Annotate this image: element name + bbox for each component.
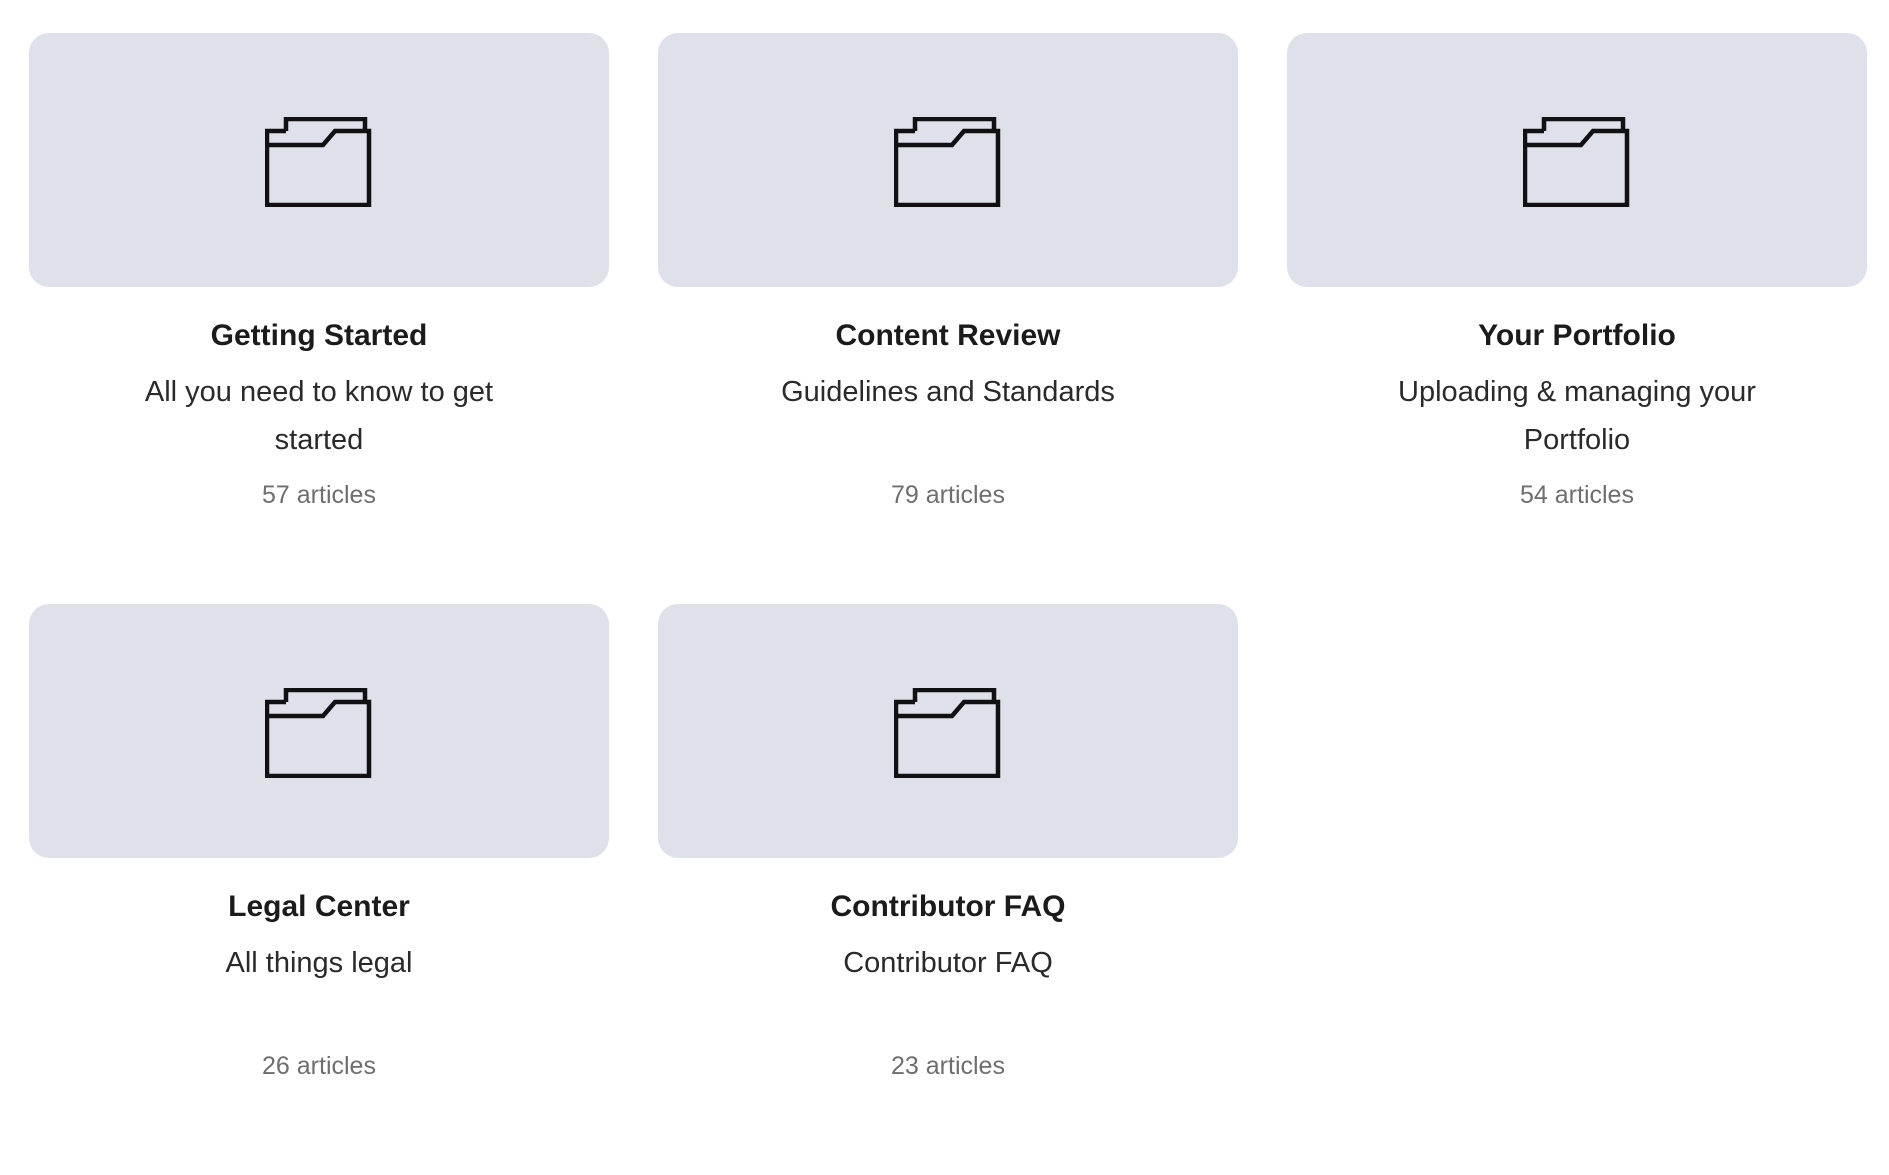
category-card-image[interactable] — [29, 604, 609, 858]
folder-icon — [265, 117, 372, 207]
category-title[interactable]: Contributor FAQ — [831, 888, 1066, 926]
category-card-image[interactable] — [658, 604, 1238, 858]
category-description: Guidelines and Standards — [781, 376, 1115, 408]
category-title[interactable]: Content Review — [835, 317, 1060, 355]
category-card-your-portfolio[interactable]: Your Portfolio Uploading & managing your… — [1287, 33, 1867, 604]
folder-icon — [265, 688, 372, 778]
article-count: 26 articles — [262, 1052, 376, 1080]
category-description: All things legal — [225, 947, 413, 979]
category-card-image[interactable] — [1287, 33, 1867, 287]
category-card-content-review[interactable]: Content Review Guidelines and Standards … — [658, 33, 1238, 604]
category-card-image[interactable] — [658, 33, 1238, 287]
article-count: 57 articles — [262, 481, 376, 509]
category-title[interactable]: Legal Center — [228, 888, 410, 926]
category-description: Contributor FAQ — [843, 947, 1053, 979]
category-description: All you need to know to get started — [144, 376, 494, 456]
article-count: 79 articles — [891, 481, 1005, 509]
category-title[interactable]: Your Portfolio — [1478, 317, 1676, 355]
category-card-getting-started[interactable]: Getting Started All you need to know to … — [29, 33, 609, 604]
folder-icon — [1523, 117, 1630, 207]
article-count: 54 articles — [1520, 481, 1634, 509]
category-card-image[interactable] — [29, 33, 609, 287]
folder-icon — [894, 688, 1001, 778]
category-card-contributor-faq[interactable]: Contributor FAQ Contributor FAQ 23 artic… — [658, 604, 1238, 1175]
folder-icon — [894, 117, 1001, 207]
category-description: Uploading & managing your Portfolio — [1398, 376, 1756, 456]
category-card-legal-center[interactable]: Legal Center All things legal 26 article… — [29, 604, 609, 1175]
category-grid: Getting Started All you need to know to … — [29, 33, 1867, 1175]
article-count: 23 articles — [891, 1052, 1005, 1080]
category-title[interactable]: Getting Started — [211, 317, 428, 355]
